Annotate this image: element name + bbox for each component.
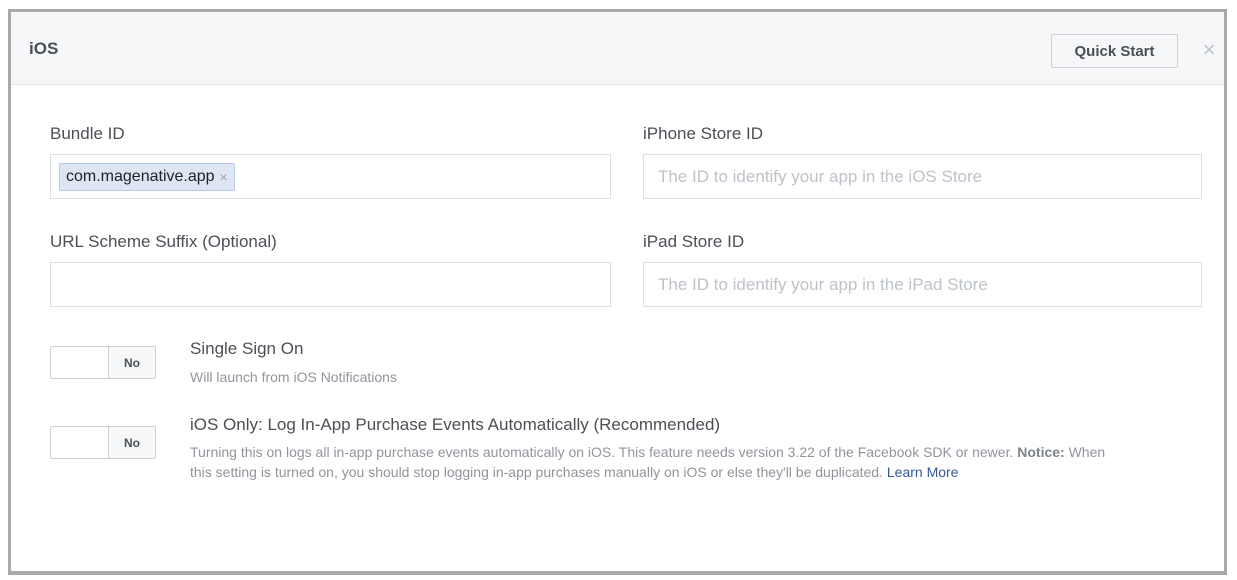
notice-label: Notice: [1017, 444, 1065, 460]
url-scheme-suffix-field[interactable] [50, 262, 611, 307]
bundle-id-field[interactable]: com.magenative.app × [50, 154, 611, 199]
token-remove-icon[interactable]: × [220, 169, 228, 185]
ios-settings-panel: iOS Quick Start × Bundle ID com.magenati… [8, 9, 1227, 575]
learn-more-link[interactable]: Learn More [887, 464, 959, 480]
log-iap-toggle-label: No [108, 427, 155, 458]
bundle-id-token-label: com.magenative.app [66, 168, 215, 185]
single-sign-on-toggle[interactable]: No [50, 346, 156, 379]
url-scheme-suffix-input[interactable] [51, 263, 610, 306]
panel-title: iOS [29, 39, 59, 58]
iphone-store-id-input[interactable] [644, 155, 1201, 198]
log-iap-description-part1: Turning this on logs all in-app purchase… [190, 444, 1018, 460]
iphone-store-id-label: iPhone Store ID [643, 124, 764, 143]
log-iap-description: Turning this on logs all in-app purchase… [190, 442, 1110, 482]
single-sign-on-title: Single Sign On [190, 339, 304, 358]
single-sign-on-toggle-label: No [108, 347, 155, 378]
quick-start-button[interactable]: Quick Start [1051, 34, 1178, 68]
panel-header: iOS Quick Start × [11, 12, 1224, 85]
ipad-store-id-input[interactable] [644, 263, 1201, 306]
ipad-store-id-label: iPad Store ID [643, 232, 745, 251]
ipad-store-id-field[interactable] [643, 262, 1202, 307]
iphone-store-id-field[interactable] [643, 154, 1202, 199]
bundle-id-token: com.magenative.app × [59, 163, 235, 191]
url-scheme-suffix-label: URL Scheme Suffix (Optional) [50, 232, 277, 251]
close-icon[interactable]: × [1200, 39, 1218, 61]
log-iap-title: iOS Only: Log In-App Purchase Events Aut… [190, 415, 721, 434]
single-sign-on-description: Will launch from iOS Notifications [190, 369, 397, 385]
log-iap-toggle[interactable]: No [50, 426, 156, 459]
bundle-id-label: Bundle ID [50, 124, 125, 143]
